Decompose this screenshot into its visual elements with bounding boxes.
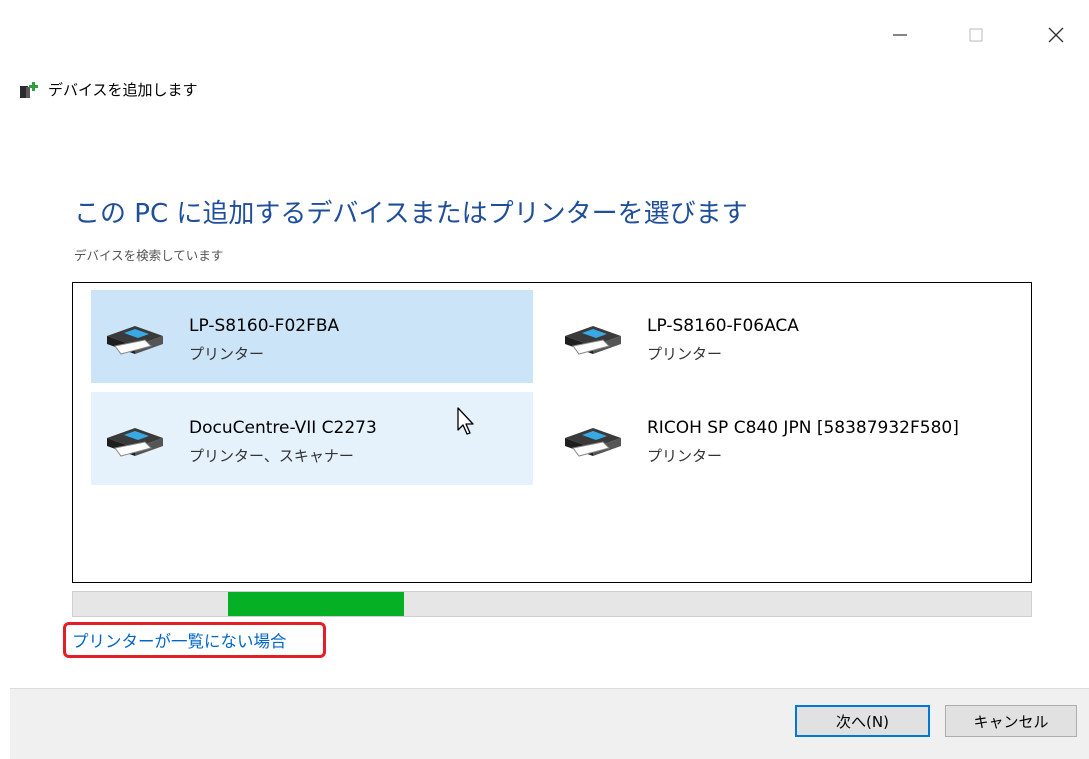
device-tile[interactable]: LP-S8160-F06ACA プリンター <box>549 290 991 383</box>
maximize-icon <box>969 28 983 42</box>
minimize-icon <box>893 34 907 36</box>
next-button[interactable]: 次へ(N) <box>795 705 930 737</box>
device-type: プリンター <box>647 345 723 363</box>
search-status: デバイスを検索しています <box>74 248 224 263</box>
progress-indicator <box>228 592 404 616</box>
close-button[interactable] <box>1036 18 1076 52</box>
mouse-cursor-icon <box>456 406 478 440</box>
cancel-button[interactable]: キャンセル <box>945 705 1077 737</box>
add-device-icon <box>18 80 40 100</box>
device-list: LP-S8160-F02FBA プリンター LP-S8160-F06ACA プリ… <box>72 282 1032 583</box>
window-title-bar: デバイスを追加します <box>18 79 198 100</box>
printer-icon <box>559 412 625 470</box>
highlight-box: プリンターが一覧にない場合 <box>63 622 326 658</box>
device-type: プリンター <box>647 447 723 465</box>
search-progress-bar <box>72 591 1032 617</box>
device-name: DocuCentre-VII C2273 <box>189 418 377 438</box>
device-tile[interactable]: LP-S8160-F02FBA プリンター <box>91 290 533 383</box>
device-name: RICOH SP C840 JPN [58387932F580] <box>647 418 959 438</box>
page-title: この PC に追加するデバイスまたはプリンターを選びます <box>74 199 748 229</box>
printer-icon <box>101 412 167 470</box>
device-name: LP-S8160-F02FBA <box>189 316 340 336</box>
footer-bar: 次へ(N) キャンセル <box>10 688 1089 759</box>
printer-icon <box>101 310 167 368</box>
device-type: プリンター、スキャナー <box>189 447 354 465</box>
device-tile[interactable]: RICOH SP C840 JPN [58387932F580] プリンター <box>549 392 991 485</box>
device-name: LP-S8160-F06ACA <box>647 316 799 336</box>
device-type: プリンター <box>189 345 265 363</box>
close-icon <box>1048 27 1064 43</box>
printer-icon <box>559 310 625 368</box>
minimize-button[interactable] <box>880 18 920 52</box>
maximize-button[interactable] <box>956 18 996 52</box>
window-title: デバイスを追加します <box>48 81 198 99</box>
printer-not-listed-link[interactable]: プリンターが一覧にない場合 <box>72 628 287 652</box>
